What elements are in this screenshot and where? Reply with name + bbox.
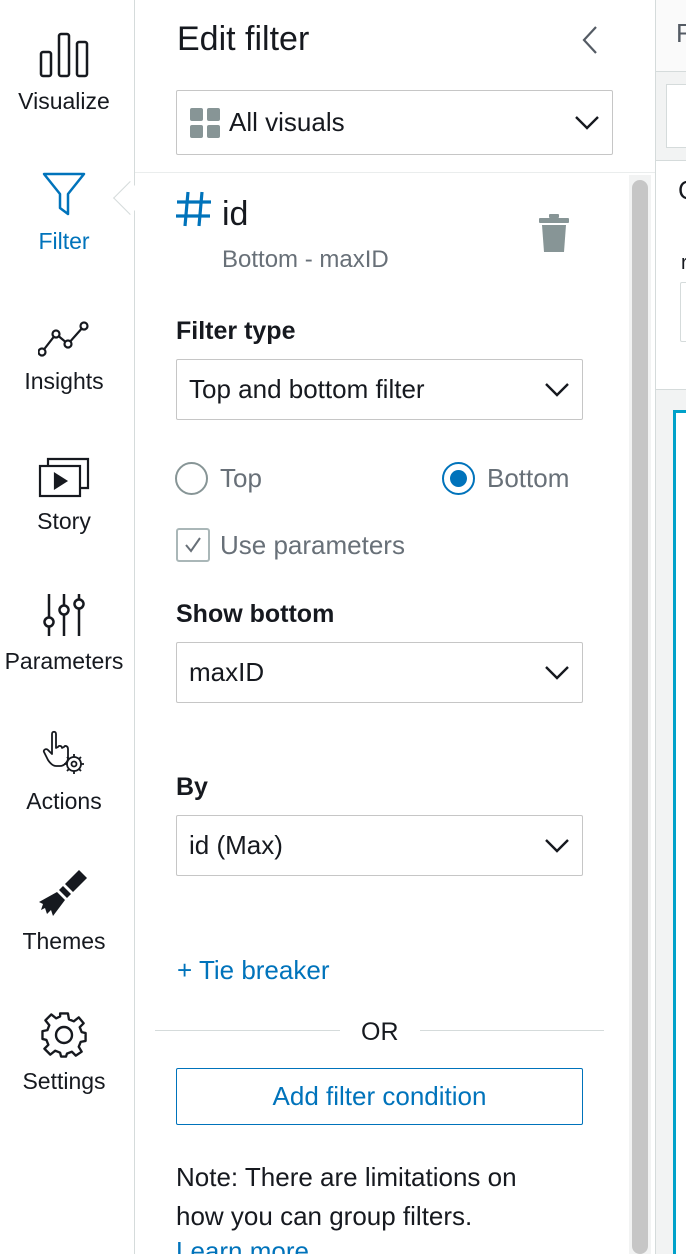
chevron-down-icon <box>545 665 569 680</box>
radio-top-label: Top <box>220 463 262 493</box>
delete-filter-button[interactable] <box>539 214 569 257</box>
nav-item-visualize[interactable]: Visualize <box>0 22 128 142</box>
nav-item-settings[interactable]: Settings <box>0 1002 128 1122</box>
nav-label-themes: Themes <box>22 928 106 954</box>
show-bottom-value: maxID <box>189 657 265 687</box>
note-line-1: Note: There are limitations on <box>176 1162 517 1192</box>
nav-item-actions[interactable]: Actions <box>0 722 128 842</box>
chevron-down-icon <box>545 838 569 853</box>
collapse-panel-button[interactable] <box>575 22 605 58</box>
show-bottom-dropdown[interactable]: maxID <box>176 642 583 703</box>
filter-type-value: Top and bottom filter <box>189 374 425 404</box>
by-label: By <box>176 773 208 801</box>
control-card-input[interactable] <box>680 282 686 342</box>
nav-label-insights: Insights <box>24 368 104 394</box>
show-bottom-label: Show bottom <box>176 600 335 628</box>
visual-scope-select[interactable]: All visuals <box>176 90 613 155</box>
analysis-workspace: F C r <box>655 0 686 1254</box>
field-name: id <box>222 195 249 233</box>
insights-icon <box>38 302 90 358</box>
trash-icon <box>539 214 569 252</box>
checkbox-box <box>176 528 210 562</box>
visual-scope-value: All visuals <box>229 107 345 137</box>
chevron-down-icon <box>545 382 569 397</box>
by-dropdown[interactable]: id (Max) <box>176 815 583 876</box>
nav-item-insights[interactable]: Insights <box>0 302 128 422</box>
nav-label-filter: Filter <box>38 228 90 254</box>
workspace-toolbar-text: F <box>676 18 686 49</box>
use-parameters-checkbox[interactable]: Use parameters <box>176 528 405 562</box>
sheet-tab[interactable] <box>666 84 686 148</box>
nav-label-settings: Settings <box>22 1068 106 1094</box>
learn-more-link[interactable]: Learn more <box>176 1236 309 1254</box>
selected-visual[interactable] <box>673 410 686 1254</box>
radio-bottom-label: Bottom <box>487 463 570 493</box>
tie-breaker-link[interactable]: + Tie breaker <box>177 955 329 986</box>
chevron-down-icon <box>575 115 599 130</box>
nav-label-actions: Actions <box>26 788 102 814</box>
actions-icon <box>42 722 86 778</box>
story-icon <box>38 442 90 498</box>
panel-title: Edit filter <box>177 20 310 58</box>
nav-item-parameters[interactable]: Parameters <box>0 582 128 702</box>
by-value: id (Max) <box>189 830 283 860</box>
edit-filter-panel: Edit filter All visuals id Bottom - maxI… <box>135 0 655 1254</box>
filter-icon <box>42 162 86 218</box>
nav-item-filter[interactable]: Filter <box>0 162 128 282</box>
control-card-label: r <box>681 252 686 275</box>
use-parameters-label: Use parameters <box>220 529 405 560</box>
note-line-2: how you can group filters. <box>176 1201 473 1231</box>
field-subtitle: Bottom - maxID <box>222 246 389 273</box>
grid-icon <box>190 107 220 138</box>
parameters-icon <box>43 582 85 638</box>
nav-label-parameters: Parameters <box>4 648 124 674</box>
grouping-note: Note: There are limitations on how you c… <box>176 1158 596 1236</box>
radio-top-circle <box>175 462 208 495</box>
or-line-right <box>420 1030 604 1031</box>
nav-item-story[interactable]: Story <box>0 442 128 562</box>
radio-bottom[interactable]: Bottom <box>442 462 569 495</box>
themes-brush-icon <box>39 862 89 918</box>
nav-label-visualize: Visualize <box>18 88 110 114</box>
filter-type-label: Filter type <box>176 317 296 345</box>
panel-divider <box>135 172 655 173</box>
checkmark-icon <box>185 537 201 553</box>
filter-type-dropdown[interactable]: Top and bottom filter <box>176 359 583 420</box>
number-field-icon <box>175 190 213 233</box>
add-filter-condition-button[interactable]: Add filter condition <box>176 1068 583 1125</box>
radio-top[interactable]: Top <box>175 462 262 495</box>
radio-bottom-circle <box>442 462 475 495</box>
or-line-left <box>155 1030 340 1031</box>
or-separator: OR <box>155 1018 605 1048</box>
bar-chart-icon <box>39 22 89 78</box>
control-card-title: C <box>678 175 686 206</box>
or-label: OR <box>361 1018 399 1046</box>
nav-item-themes[interactable]: Themes <box>0 862 128 982</box>
chevron-left-icon <box>582 26 597 54</box>
nav-label-story: Story <box>37 508 91 534</box>
panel-scrollbar-thumb[interactable] <box>632 180 648 1254</box>
settings-gear-icon <box>41 1002 87 1058</box>
left-nav: Visualize Filter Insights Story Paramete… <box>0 0 135 1254</box>
